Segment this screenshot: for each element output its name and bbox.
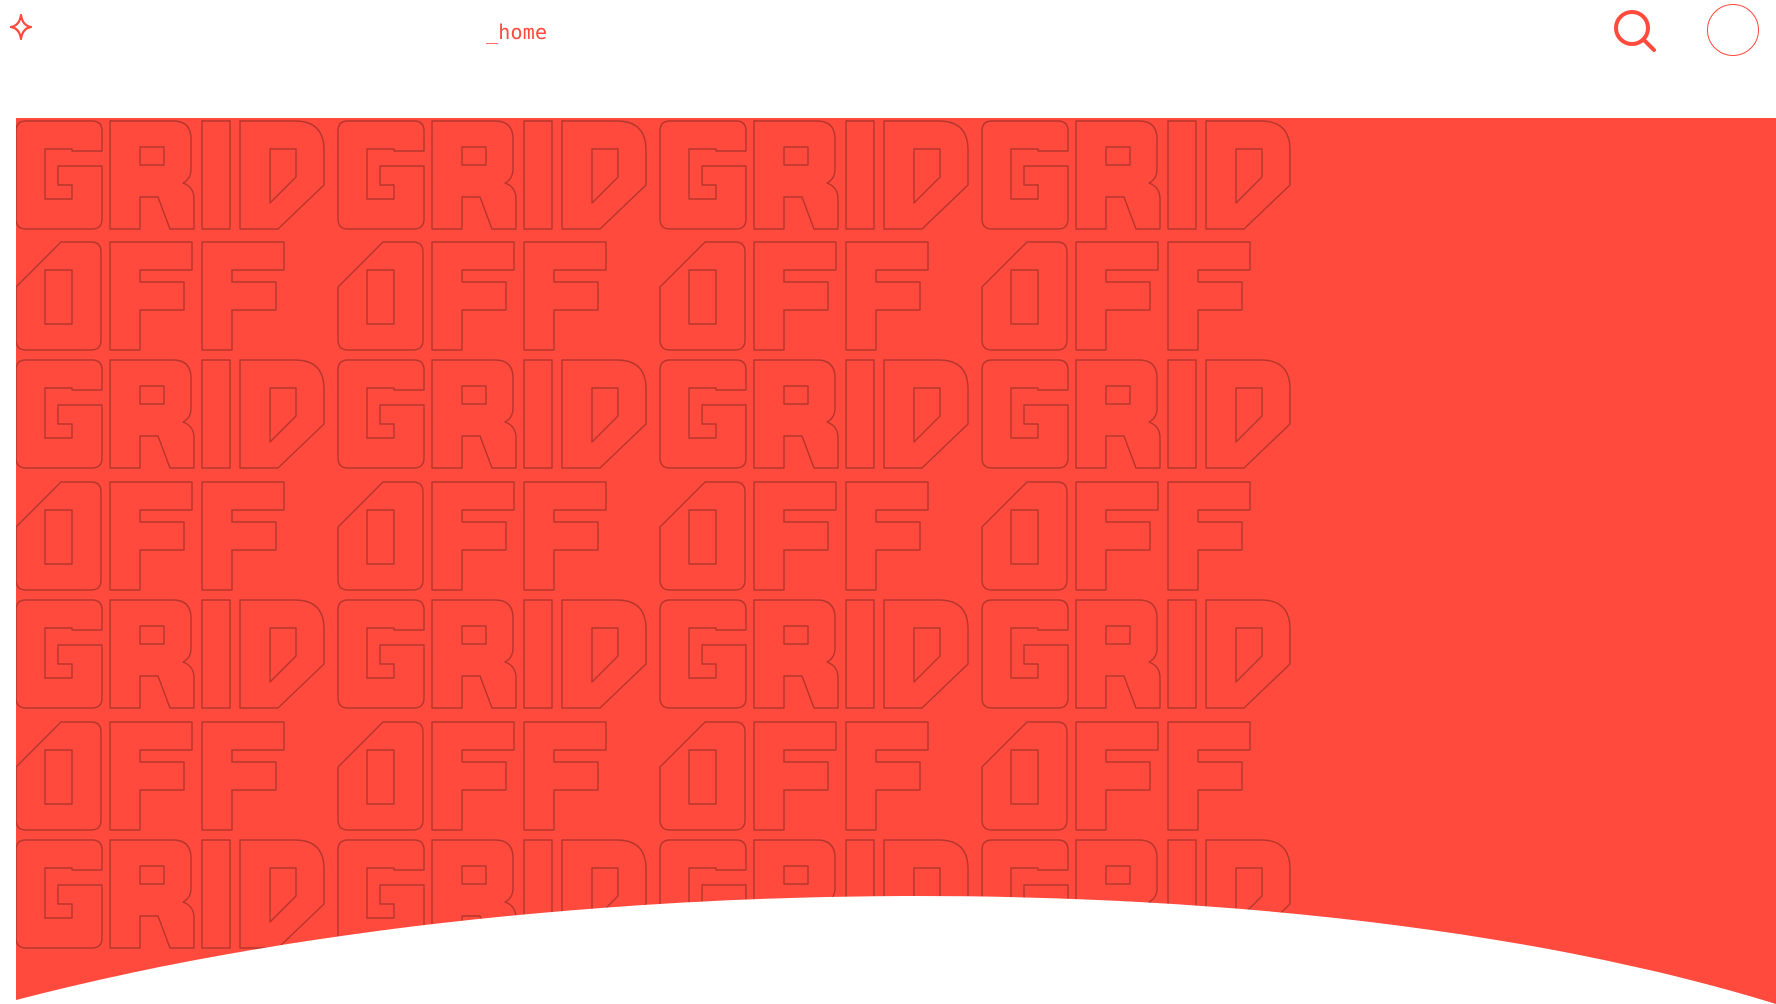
search-button[interactable]: [1612, 8, 1660, 56]
hero-banner: [16, 118, 1776, 1004]
top-navigation: _home: [0, 0, 1776, 118]
profile-circle-icon: [1708, 5, 1758, 55]
home-link[interactable]: _home: [486, 20, 547, 44]
profile-button[interactable]: [1707, 4, 1759, 56]
grid-off-pattern: [16, 120, 1291, 949]
sparkle-icon[interactable]: [10, 14, 32, 40]
search-icon: [1614, 10, 1656, 52]
